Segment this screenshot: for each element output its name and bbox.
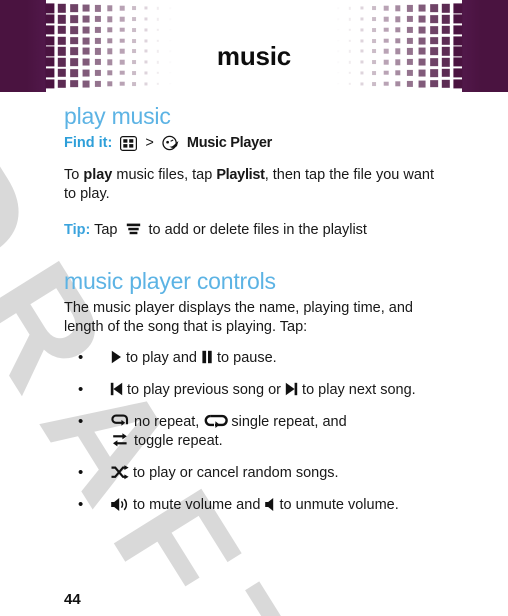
list-item: to mute volume and to unmute volume. [64, 495, 444, 515]
volume-mute-icon[interactable] [264, 497, 275, 512]
section-heading-play-music: play music [64, 103, 171, 129]
bullet-text: to play or cancel random songs. [129, 465, 339, 482]
bullet-text: toggle repeat. [130, 433, 223, 450]
list-item: to play and to pause. [64, 348, 444, 368]
bullet-text: to play previous song or [123, 382, 286, 399]
no-repeat-icon[interactable] [110, 414, 130, 429]
body-bold-playlist: Playlist [216, 167, 265, 184]
bullet-text: single repeat, and [231, 414, 347, 431]
tip-text-after: to add or delete files in the playlist [144, 222, 367, 239]
previous-track-icon[interactable] [110, 382, 123, 396]
tip-text-before: Tap [90, 222, 122, 239]
find-it-line: Find it: > Music Player [64, 134, 444, 153]
play-icon[interactable] [110, 350, 122, 364]
bullet-text: to pause. [213, 350, 277, 367]
pause-icon[interactable] [201, 350, 213, 364]
tip-line: Tip: Tap to add or delete files in the p… [64, 221, 444, 240]
body-text-2: music files, tap [112, 167, 217, 184]
next-track-icon[interactable] [285, 382, 298, 396]
shuffle-icon[interactable] [110, 465, 129, 480]
menu-list-icon[interactable] [126, 222, 141, 236]
body-text-1: To [64, 167, 84, 184]
page-number: 44 [64, 591, 81, 608]
music-player-icon[interactable] [162, 135, 180, 151]
page-content: play music Find it: > Music Player To pl… [0, 92, 508, 616]
bullet-text: to mute volume and [129, 497, 265, 514]
controls-intro: The music player displays the name, play… [64, 300, 413, 336]
list-item: no repeat, single repeat, and toggle rep… [64, 412, 444, 451]
bullet-text: no repeat, [130, 414, 204, 431]
bullet-text: to play and [122, 350, 201, 367]
app-grid-icon[interactable] [120, 136, 138, 152]
controls-bullet-list: to play and to pause. to play previous s… [64, 348, 444, 515]
bullet-text: to unmute volume. [275, 497, 399, 514]
toggle-repeat-icon[interactable] [110, 432, 130, 448]
find-it-label: Find it: [64, 135, 113, 152]
find-it-separator: > [145, 135, 154, 152]
list-item: to play previous song or to play next so… [64, 380, 444, 400]
content-column: play music Find it: > Music Player To pl… [64, 103, 444, 528]
body-bold-play: play [83, 167, 113, 184]
play-music-body: To play music files, tap Playlist, then … [64, 166, 444, 204]
section-heading-music-player-controls: music player controls [64, 268, 276, 295]
volume-on-icon[interactable] [110, 497, 129, 512]
bullet-text: to play next song. [298, 382, 416, 399]
page-title: music [216, 41, 292, 71]
music-player-label: Music Player [186, 135, 272, 152]
tip-label: Tip: [64, 222, 91, 239]
page-header-banner: music [0, 0, 508, 92]
list-item: to play or cancel random songs. [64, 463, 444, 483]
single-repeat-icon[interactable] [203, 414, 231, 429]
